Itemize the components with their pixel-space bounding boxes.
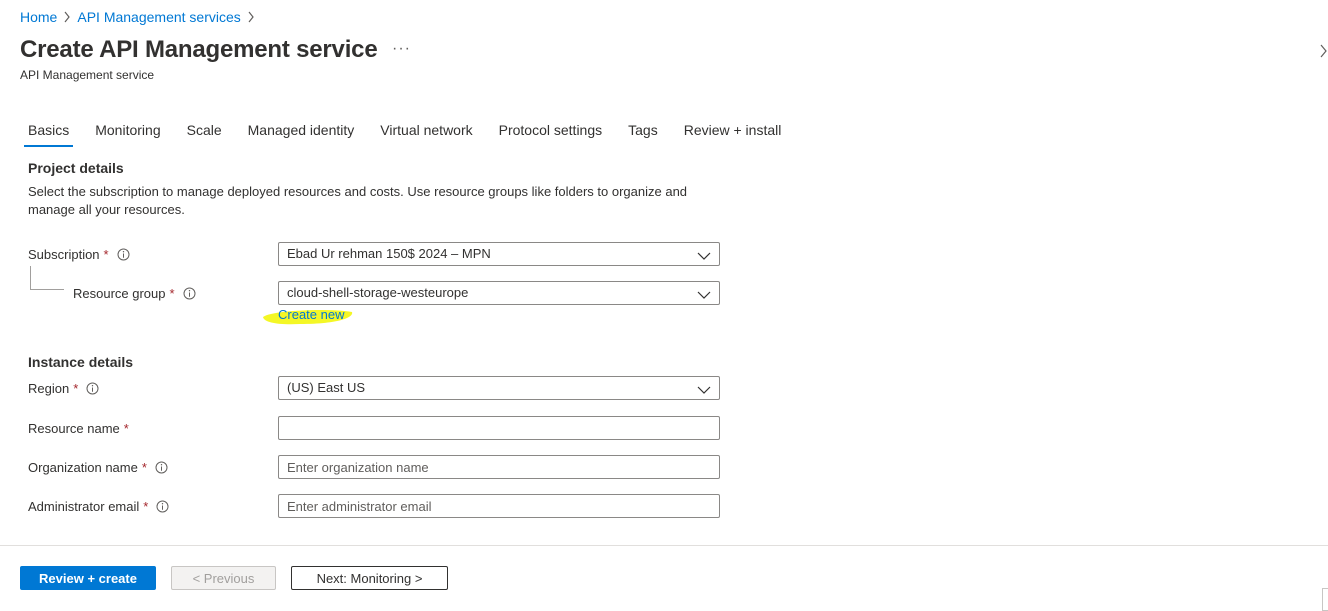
breadcrumb-services-link[interactable]: API Management services bbox=[77, 9, 240, 25]
region-select[interactable]: (US) East US bbox=[278, 376, 720, 400]
project-details-description: Select the subscription to manage deploy… bbox=[28, 184, 688, 217]
info-icon[interactable] bbox=[155, 461, 168, 474]
tab-scale[interactable]: Scale bbox=[179, 116, 230, 146]
chevron-right-icon bbox=[247, 11, 255, 23]
organization-name-label-text: Organization name bbox=[28, 459, 138, 475]
tab-review-install[interactable]: Review + install bbox=[676, 116, 790, 146]
subscription-select[interactable]: Ebad Ur rehman 150$ 2024 – MPN bbox=[278, 242, 720, 266]
info-icon[interactable] bbox=[183, 287, 196, 300]
region-value: (US) East US bbox=[287, 380, 366, 395]
instance-details-heading: Instance details bbox=[28, 354, 134, 370]
organization-name-input[interactable] bbox=[278, 455, 720, 479]
next-monitoring-button[interactable]: Next: Monitoring > bbox=[291, 566, 448, 590]
resource-name-input[interactable] bbox=[278, 416, 720, 440]
tab-bar: Basics Monitoring Scale Managed identity… bbox=[20, 116, 799, 148]
required-marker: * bbox=[143, 498, 149, 514]
subscription-label: Subscription * bbox=[28, 244, 130, 264]
required-marker: * bbox=[123, 420, 129, 436]
info-icon[interactable] bbox=[86, 382, 99, 395]
create-new-wrap: Create new bbox=[260, 305, 356, 327]
more-options-icon[interactable]: ··· bbox=[392, 40, 411, 58]
resource-group-label: Resource group * bbox=[73, 283, 196, 303]
tab-virtual-network[interactable]: Virtual network bbox=[372, 116, 480, 146]
administrator-email-label: Administrator email * bbox=[28, 496, 169, 516]
page-subtitle: API Management service bbox=[20, 68, 155, 82]
previous-button[interactable]: < Previous bbox=[171, 566, 276, 590]
resource-name-label: Resource name * bbox=[28, 418, 129, 438]
info-icon[interactable] bbox=[117, 248, 130, 261]
chevron-down-icon bbox=[697, 249, 711, 260]
chevron-right-icon bbox=[63, 11, 71, 23]
subscription-label-text: Subscription bbox=[28, 246, 100, 262]
chevron-right-icon[interactable] bbox=[1318, 44, 1328, 58]
required-marker: * bbox=[103, 246, 109, 262]
breadcrumb-home-link[interactable]: Home bbox=[20, 9, 57, 25]
required-marker: * bbox=[73, 380, 79, 396]
project-details-heading: Project details bbox=[28, 160, 124, 176]
region-label: Region * bbox=[28, 378, 99, 398]
chevron-down-icon bbox=[697, 288, 711, 299]
subscription-value: Ebad Ur rehman 150$ 2024 – MPN bbox=[287, 246, 491, 261]
tab-basics[interactable]: Basics bbox=[20, 116, 77, 147]
administrator-email-label-text: Administrator email bbox=[28, 498, 140, 514]
tab-monitoring[interactable]: Monitoring bbox=[87, 116, 168, 146]
required-marker: * bbox=[169, 285, 175, 301]
resource-group-select[interactable]: cloud-shell-storage-westeurope bbox=[278, 281, 720, 305]
resource-group-value: cloud-shell-storage-westeurope bbox=[287, 285, 469, 300]
scrollbar-edge bbox=[1322, 588, 1328, 611]
chevron-down-icon bbox=[697, 383, 711, 394]
tab-managed-identity[interactable]: Managed identity bbox=[240, 116, 363, 146]
resource-group-label-text: Resource group bbox=[73, 285, 166, 301]
page-title: Create API Management service bbox=[20, 36, 378, 63]
region-label-text: Region bbox=[28, 380, 70, 396]
resource-name-label-text: Resource name bbox=[28, 420, 120, 436]
breadcrumb: Home API Management services bbox=[20, 9, 255, 25]
tab-tags[interactable]: Tags bbox=[620, 116, 666, 146]
organization-name-label: Organization name * bbox=[28, 457, 168, 477]
administrator-email-input[interactable] bbox=[278, 494, 720, 518]
create-new-link[interactable]: Create new bbox=[278, 307, 344, 322]
info-icon[interactable] bbox=[156, 500, 169, 513]
tab-protocol-settings[interactable]: Protocol settings bbox=[491, 116, 611, 146]
footer-divider bbox=[0, 545, 1328, 546]
tree-connector bbox=[30, 266, 64, 290]
required-marker: * bbox=[141, 459, 147, 475]
review-create-button[interactable]: Review + create bbox=[20, 566, 156, 590]
